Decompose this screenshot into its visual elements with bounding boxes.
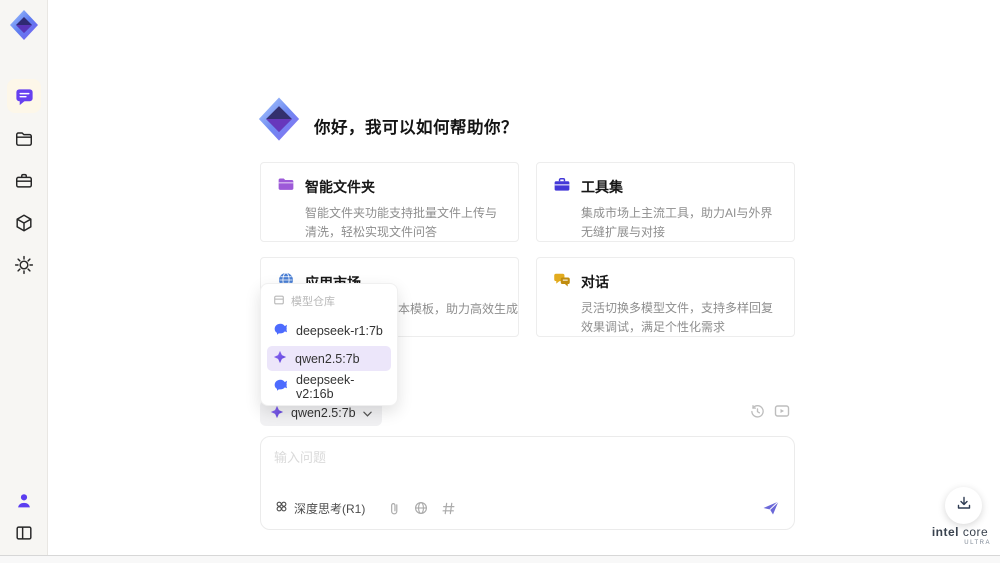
- sidebar-item-models[interactable]: [7, 206, 41, 240]
- deepseek-icon: [273, 322, 288, 339]
- sidebar-item-folders[interactable]: [7, 122, 41, 156]
- deepseek-icon: [273, 378, 288, 395]
- model-dropdown-header: 模型仓库: [267, 290, 391, 315]
- download-button[interactable]: [945, 487, 982, 524]
- intel-brand-text: intel: [931, 525, 959, 539]
- greeting-title: 你好，我可以如何帮助你？: [314, 119, 518, 137]
- card-smart-folder[interactable]: 智能文件夹 智能文件夹功能支持批量文件上传与清洗，轻松实现文件问答: [260, 162, 519, 242]
- intel-core-badge: intel core ULTRA: [929, 525, 991, 546]
- card-title: 工具集: [581, 179, 623, 195]
- sidebar-item-chat[interactable]: [7, 79, 41, 113]
- send-button[interactable]: [762, 500, 780, 516]
- chat-bubble-icon: [14, 86, 35, 107]
- model-dropdown-header-label: 模型仓库: [291, 296, 335, 308]
- attachment-icon[interactable]: [389, 501, 400, 516]
- card-title: 智能文件夹: [305, 179, 375, 195]
- chat-input[interactable]: [274, 445, 754, 469]
- sidebar: [0, 0, 48, 555]
- model-option-label: deepseek-r1:7b: [296, 323, 383, 338]
- chat-composer: 深度思考(R1): [260, 436, 795, 530]
- window-bottom-strip: [0, 556, 1000, 563]
- folder-icon: [14, 129, 34, 149]
- sidebar-collapse-button[interactable]: [7, 516, 41, 550]
- user-icon: [14, 491, 34, 511]
- smart-folder-icon: [277, 176, 295, 198]
- history-icon[interactable]: [750, 404, 765, 419]
- cube-icon: [14, 213, 34, 233]
- model-option-label: qwen2.5:7b: [295, 351, 360, 366]
- download-icon: [956, 495, 972, 516]
- deep-think-label: 深度思考(R1): [294, 501, 366, 516]
- greeting-logo-icon: [256, 96, 302, 142]
- card-description: 智能文件夹功能支持批量文件上传与清洗，轻松实现文件问答: [305, 206, 498, 239]
- app-window: 你好，我可以如何帮助你？ 智能文件夹 智能文件夹功能支持批量文件上传与清洗，轻松…: [0, 0, 1000, 563]
- composer-icons: [389, 501, 455, 516]
- card-toolset[interactable]: 工具集 集成市场上主流工具，助力AI与外界无缝扩展与对接: [536, 162, 795, 242]
- dialog-icon: [553, 271, 571, 293]
- card-description: 集成市场上主流工具，助力AI与外界无缝扩展与对接: [581, 206, 773, 239]
- panel-toggle-icon: [14, 523, 34, 543]
- grid-icon[interactable]: [442, 502, 455, 515]
- sidebar-item-account[interactable]: [7, 484, 41, 518]
- model-dropdown: 模型仓库 deepseek-r1:7b qwen2.5:7b deepseek-…: [260, 283, 398, 406]
- chevron-down-icon: [362, 406, 372, 420]
- toolbox-icon: [553, 176, 571, 198]
- model-selector-label: qwen2.5:7b: [291, 406, 356, 420]
- sidebar-item-tools[interactable]: [7, 164, 41, 198]
- video-icon[interactable]: [774, 404, 790, 419]
- composer-toolbar: 深度思考(R1): [275, 497, 780, 519]
- qwen-icon: [270, 405, 284, 422]
- gear-icon: [14, 255, 34, 275]
- intel-product-text: core: [962, 525, 989, 539]
- card-title: 对话: [581, 274, 609, 290]
- card-description: 灵活切换多模型文件，支持多样回复效果调试，满足个性化需求: [581, 301, 774, 334]
- card-dialog[interactable]: 对话 灵活切换多模型文件，支持多样回复效果调试，满足个性化需求: [536, 257, 795, 337]
- model-option-deepseek-v2[interactable]: deepseek-v2:16b: [267, 372, 391, 401]
- chat-toolbar: [750, 404, 790, 419]
- model-option-qwen[interactable]: qwen2.5:7b: [267, 346, 391, 371]
- intel-tier-text: ULTRA: [964, 540, 991, 546]
- deep-think-toggle[interactable]: 深度思考(R1): [275, 500, 365, 517]
- deep-think-icon: [275, 500, 288, 516]
- sidebar-item-settings[interactable]: [7, 248, 41, 282]
- qwen-icon: [273, 350, 287, 367]
- app-logo-icon: [8, 9, 40, 41]
- repo-icon: [273, 294, 285, 309]
- briefcase-icon: [14, 171, 34, 191]
- globe-icon[interactable]: [414, 501, 428, 515]
- model-option-label: deepseek-v2:16b: [296, 372, 355, 401]
- model-option-deepseek-r1[interactable]: deepseek-r1:7b: [267, 318, 391, 343]
